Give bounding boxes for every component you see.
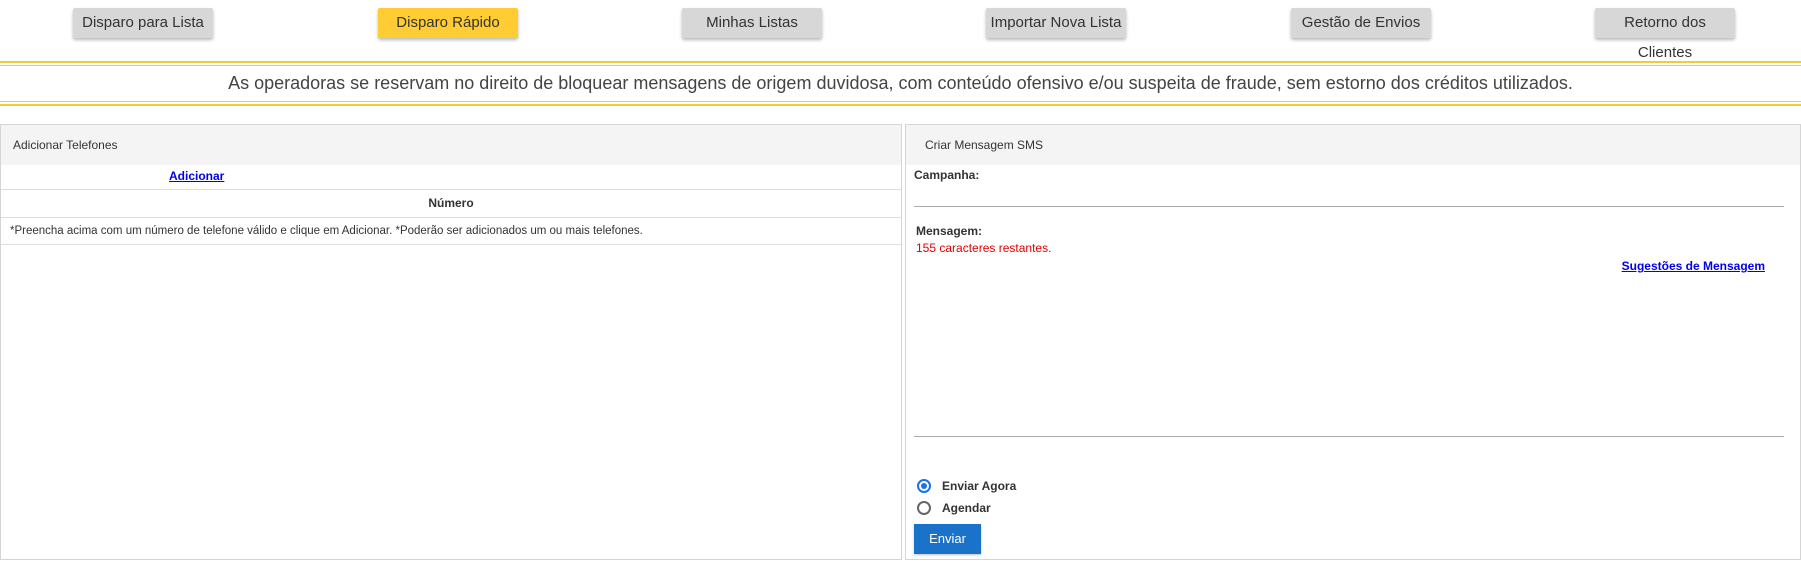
add-phones-title: Adicionar Telefones — [1, 125, 901, 165]
top-navigation: Disparo para Lista Disparo Rápido Minhas… — [0, 0, 1801, 61]
warning-banner: As operadoras se reservam no direito de … — [0, 61, 1801, 106]
nav-disparo-para-lista-button[interactable]: Disparo para Lista — [73, 8, 213, 38]
phones-hint: *Preencha acima com um número de telefon… — [1, 218, 901, 245]
message-textarea[interactable] — [914, 275, 1782, 407]
add-phone-row: Adicionar — [1, 165, 901, 190]
send-now-radio[interactable] — [917, 479, 931, 493]
send-button[interactable]: Enviar — [914, 524, 981, 554]
warning-text: As operadoras se reservam no direito de … — [228, 73, 1573, 93]
campaign-input[interactable] — [914, 183, 1782, 205]
nav-gestao-de-envios-button[interactable]: Gestão de Envios — [1291, 8, 1431, 38]
message-label: Mensagem: — [916, 224, 983, 238]
phone-number-column-header: Número — [1, 190, 901, 218]
nav-retorno-dos-clientes-button[interactable]: Retorno dos Clientes — [1595, 8, 1735, 61]
nav-disparo-rapido-button[interactable]: Disparo Rápido — [378, 8, 518, 38]
campaign-label: Campanha: — [914, 168, 980, 182]
message-suggestions-link[interactable]: Sugestões de Mensagem — [1622, 259, 1765, 273]
add-phones-panel: Adicionar Telefones Adicionar Número *Pr… — [0, 124, 902, 560]
campaign-input-underline — [914, 206, 1784, 207]
add-phone-link[interactable]: Adicionar — [169, 169, 224, 183]
nav-minhas-listas-button[interactable]: Minhas Listas — [682, 8, 822, 38]
create-sms-title: Criar Mensagem SMS — [906, 125, 1800, 165]
nav-importar-nova-lista-button[interactable]: Importar Nova Lista — [986, 8, 1126, 38]
schedule-option[interactable]: Agendar — [917, 498, 991, 518]
create-sms-panel: Criar Mensagem SMS Campanha: Mensagem: 1… — [905, 124, 1801, 560]
schedule-label: Agendar — [942, 501, 991, 515]
character-counter: 155 caracteres restantes. — [916, 241, 1052, 255]
message-textarea-underline — [914, 436, 1784, 437]
schedule-radio[interactable] — [917, 501, 931, 515]
send-now-option[interactable]: Enviar Agora — [917, 476, 1016, 496]
send-now-label: Enviar Agora — [942, 479, 1017, 493]
